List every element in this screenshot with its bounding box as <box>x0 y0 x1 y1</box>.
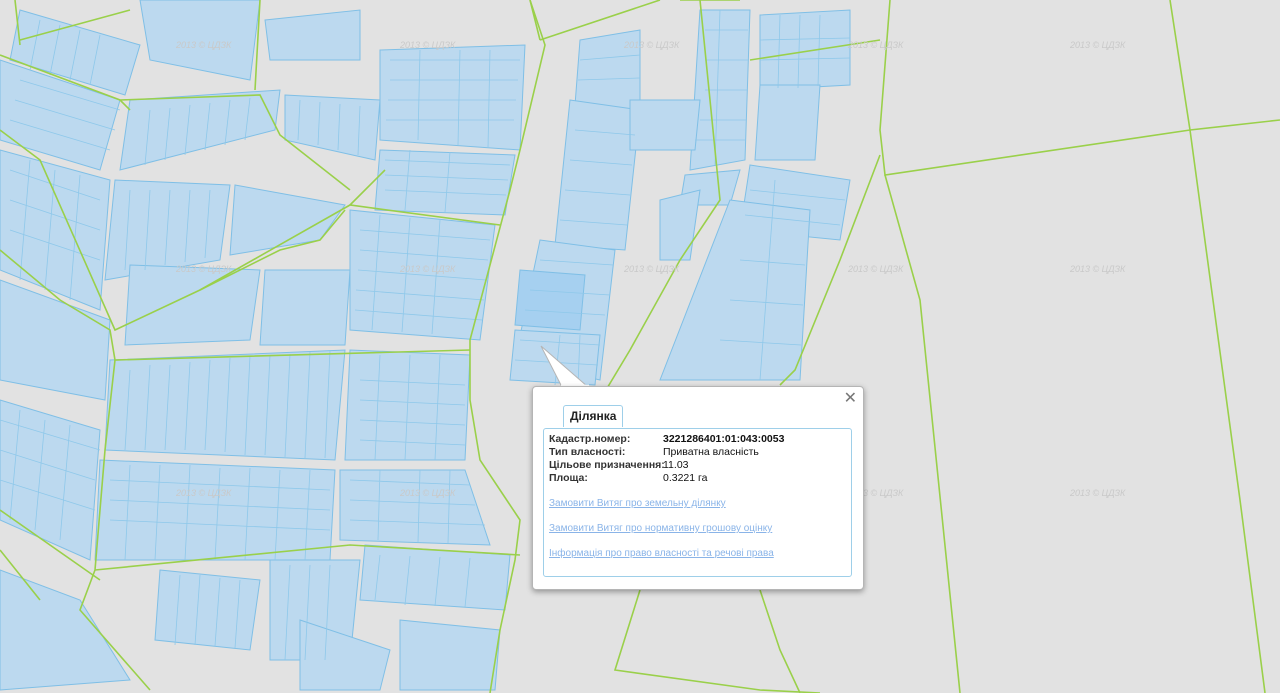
map-watermark: 2013 © ЦДЗК <box>400 40 456 50</box>
order-valuation-extract-link[interactable]: Замовити Витяг про нормативну грошову оц… <box>549 523 772 534</box>
parcel-details-panel: Кадастр.номер: 3221286401:01:043:0053 Ти… <box>543 428 852 577</box>
field-label: Площа: <box>549 472 588 484</box>
map-watermark: 2013 © ЦДЗК <box>176 40 232 50</box>
map-watermark: 2013 © ЦДЗК <box>400 264 456 274</box>
map-watermark: 2013 © ЦДЗК <box>1070 40 1126 50</box>
map-watermark: 2013 © ЦДЗК <box>176 488 232 498</box>
order-land-extract-link[interactable]: Замовити Витяг про земельну ділянку <box>549 498 726 509</box>
tab-parcel[interactable]: Ділянка <box>563 405 624 427</box>
field-label: Цільове призначення: <box>549 459 665 471</box>
map-watermark: 2013 © ЦДЗК <box>400 488 456 498</box>
map-watermark: 2013 © ЦДЗК <box>848 40 904 50</box>
ownership-info-link[interactable]: Інформація про право власності та речові… <box>549 548 774 559</box>
field-value: 0.3221 га <box>663 472 708 484</box>
map-watermark: 2013 © ЦДЗК <box>176 264 232 274</box>
parcel-info-popup: ✕ Ділянка Кадастр.номер: 3221286401:01:0… <box>532 386 864 590</box>
field-label: Кадастр.номер: <box>549 433 631 445</box>
field-value: 3221286401:01:043:0053 <box>663 433 785 445</box>
map-watermark: 2013 © ЦДЗК <box>624 264 680 274</box>
map-watermark: 2013 © ЦДЗК <box>1070 264 1126 274</box>
map-watermark: 2013 © ЦДЗК <box>624 40 680 50</box>
field-label: Тип власності: <box>549 446 626 458</box>
field-value: Приватна власність <box>663 446 759 458</box>
map-watermark: 2013 © ЦДЗК <box>848 264 904 274</box>
map-watermark: 2013 © ЦДЗК <box>1070 488 1126 498</box>
field-value: 11.03 <box>663 459 689 471</box>
close-icon[interactable]: ✕ <box>844 391 857 407</box>
